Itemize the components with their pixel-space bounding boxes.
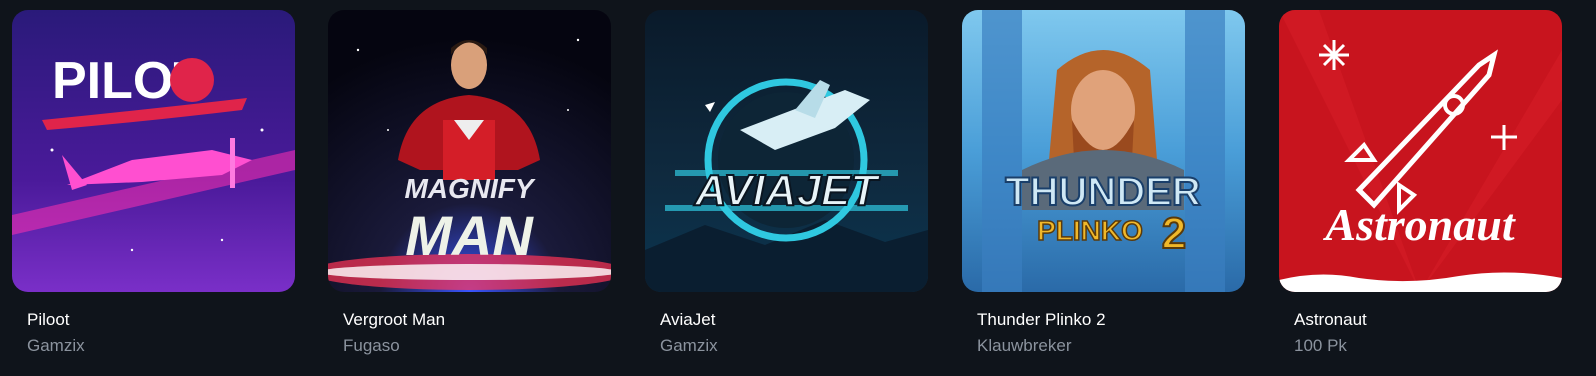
game-provider: 100 Pk <box>1294 336 1347 355</box>
game-card-piloot[interactable]: PILOT Piloot Gamzix <box>12 10 295 355</box>
vergroot-man-artwork: MAGNIFY MAN <box>328 10 611 292</box>
game-provider: Gamzix <box>27 336 85 355</box>
game-title[interactable]: Thunder Plinko 2 <box>977 310 1106 330</box>
game-title[interactable]: Vergroot Man <box>343 310 445 330</box>
aviajet-logo: AVIAJET <box>694 166 881 215</box>
game-title[interactable]: AviaJet <box>660 310 715 330</box>
game-grid-row: PILOT Piloot Gamzix MAGNIFY MAN Vergroot… <box>0 0 1596 376</box>
game-card-astronaut[interactable]: Astronaut Astronaut 100 Pk <box>1279 10 1562 355</box>
game-thumbnail-aviajet[interactable]: AVIAJET <box>645 10 928 292</box>
game-provider: Fugaso <box>343 336 400 355</box>
game-thumbnail-astronaut[interactable]: Astronaut <box>1279 10 1562 292</box>
magnify-man-logo-bottom: MAN <box>405 204 534 267</box>
piloot-artwork: PILOT <box>12 10 295 292</box>
aviajet-artwork: AVIAJET <box>645 10 928 292</box>
game-card-aviajet[interactable]: AVIAJET AviaJet Gamzix <box>645 10 928 355</box>
thunder-logo-top: THUNDER <box>1005 170 1201 214</box>
magnify-man-logo-top: MAGNIFY <box>404 173 535 204</box>
game-title[interactable]: Piloot <box>27 310 70 330</box>
game-thumbnail-thunder-plinko-2[interactable]: THUNDER PLINKO 2 <box>962 10 1245 292</box>
game-title[interactable]: Astronaut <box>1294 310 1367 330</box>
game-thumbnail-vergroot-man[interactable]: MAGNIFY MAN <box>328 10 611 292</box>
game-card-vergroot-man[interactable]: MAGNIFY MAN Vergroot Man Fugaso <box>328 10 611 355</box>
game-card-thunder-plinko-2[interactable]: THUNDER PLINKO 2 Thunder Plinko 2 Klauwb… <box>962 10 1245 355</box>
thunder-plinko-2-artwork: THUNDER PLINKO 2 <box>962 10 1245 292</box>
game-thumbnail-piloot[interactable]: PILOT <box>12 10 295 292</box>
astronaut-logo: Astronaut <box>1322 199 1515 250</box>
thunder-logo-bottom: PLINKO <box>1037 215 1143 246</box>
game-provider: Klauwbreker <box>977 336 1072 355</box>
astronaut-artwork: Astronaut <box>1279 10 1562 292</box>
thunder-logo-number: 2 <box>1162 209 1186 258</box>
game-provider: Gamzix <box>660 336 718 355</box>
